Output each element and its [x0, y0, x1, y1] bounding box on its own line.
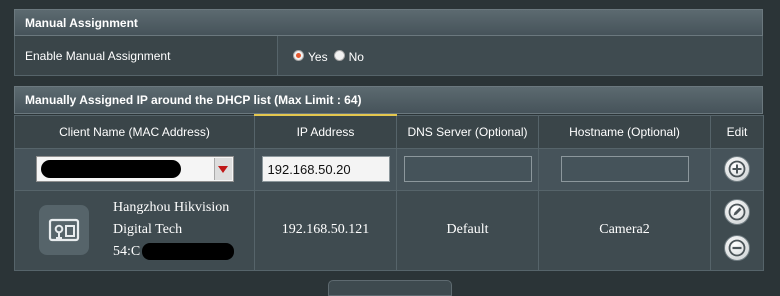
- col-client-name: Client Name (MAC Address): [14, 114, 255, 149]
- apply-button[interactable]: [328, 280, 452, 296]
- input-row: [14, 147, 764, 191]
- radio-yes[interactable]: Yes: [293, 47, 328, 64]
- client-cell: Hangzhou Hikvision Digital Tech 54:C: [15, 197, 254, 263]
- redacted-client: [40, 160, 181, 178]
- entry-hostname: Camera2: [538, 189, 711, 271]
- radio-no[interactable]: No: [333, 47, 364, 64]
- enable-manual-label: Enable Manual Assignment: [15, 36, 278, 75]
- dns-server-input[interactable]: [403, 156, 532, 182]
- ip-address-input[interactable]: [261, 156, 390, 182]
- client-mac: 54:C: [113, 241, 235, 263]
- client-name: Hangzhou Hikvision Digital Tech 54:C: [113, 197, 235, 263]
- client-select[interactable]: [35, 156, 234, 182]
- manual-assignment-title: Manual Assignment: [25, 15, 138, 30]
- dropdown-arrow-icon[interactable]: [213, 158, 232, 180]
- table-row: Hangzhou Hikvision Digital Tech 54:C 192…: [14, 189, 764, 271]
- edit-actions: [711, 199, 763, 261]
- hostname-input[interactable]: [560, 156, 689, 182]
- col-edit: Edit: [710, 114, 764, 149]
- radio-no-label: No: [348, 50, 364, 64]
- client-mac-prefix: 54:C: [113, 244, 141, 259]
- manual-assignment-header: Manual Assignment: [14, 9, 763, 36]
- edit-icon[interactable]: [724, 199, 750, 225]
- col-dns-server: DNS Server (Optional): [396, 114, 539, 149]
- enable-manual-row: Enable Manual Assignment Yes No: [14, 36, 763, 76]
- redacted-mac: [142, 243, 235, 261]
- table-header-row: Client Name (MAC Address) IP Address DNS…: [14, 114, 764, 149]
- radio-yes-indicator[interactable]: [293, 50, 304, 61]
- device-icon: [39, 205, 89, 255]
- client-name-line1: Hangzhou Hikvision: [113, 200, 230, 215]
- add-icon[interactable]: [724, 156, 750, 182]
- radio-yes-label: Yes: [308, 50, 328, 64]
- col-ip-address: IP Address: [254, 114, 397, 149]
- enable-manual-options: Yes No: [278, 36, 762, 75]
- dhcp-list-header: Manually Assigned IP around the DHCP lis…: [14, 86, 763, 114]
- dhcp-list-title: Manually Assigned IP around the DHCP lis…: [25, 93, 362, 107]
- col-hostname: Hostname (Optional): [538, 114, 711, 149]
- remove-icon[interactable]: [724, 235, 750, 261]
- radio-no-indicator[interactable]: [333, 50, 345, 61]
- entry-dns: Default: [396, 189, 539, 271]
- dhcp-list-table: Client Name (MAC Address) IP Address DNS…: [14, 114, 764, 271]
- entry-ip: 192.168.50.121: [254, 189, 397, 271]
- client-name-line2: Digital Tech: [113, 222, 183, 237]
